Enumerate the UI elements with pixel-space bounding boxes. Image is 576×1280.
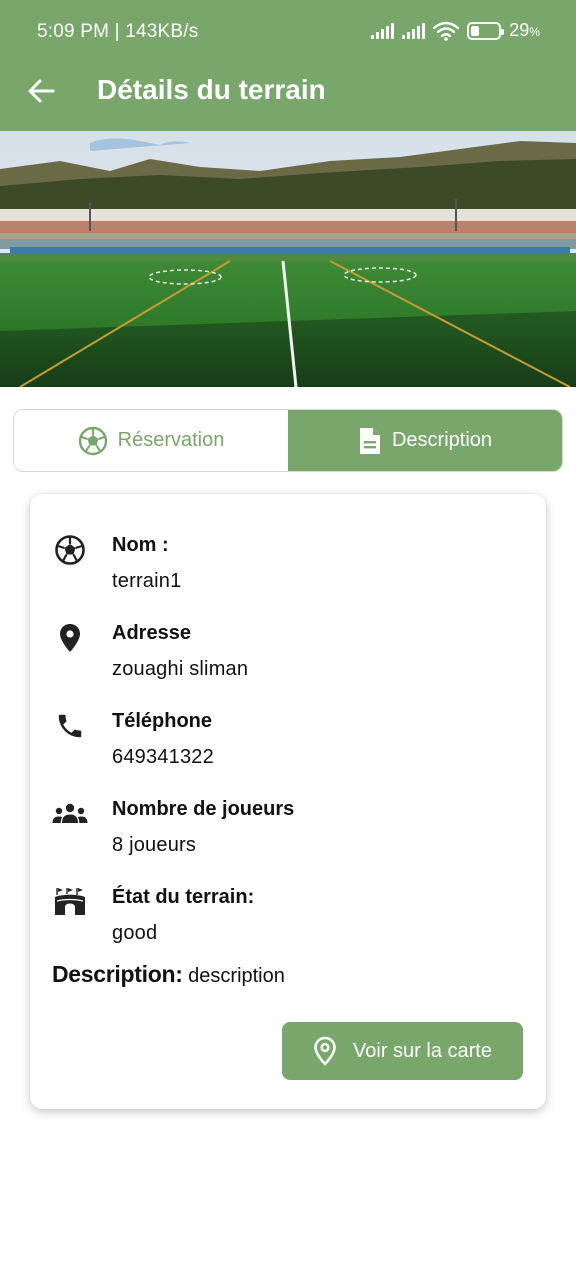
back-button[interactable] (22, 72, 60, 110)
stadium-illustration (0, 131, 576, 387)
soccer-ball-icon (52, 532, 88, 568)
group-icon (52, 796, 88, 832)
nom-label: Nom : (112, 534, 169, 556)
status-icons: 29% (371, 20, 540, 41)
telephone-label: Téléphone (112, 710, 213, 732)
tab-reservation[interactable]: Réservation (14, 410, 288, 471)
phone-icon (52, 708, 88, 744)
app-bar: 5:09 PM | 143KB/s 29% Détails du terrain (0, 0, 576, 131)
view-on-map-label: Voir sur la carte (353, 1039, 492, 1062)
status-bar: 5:09 PM | 143KB/s 29% (0, 0, 576, 64)
adresse-label: Adresse (112, 622, 191, 644)
detail-row-etat: État du terrain: good (30, 884, 546, 964)
tab-description[interactable]: Description (288, 410, 562, 471)
detail-row-joueurs: Nombre de joueurs 8 joueurs (30, 796, 546, 876)
battery-fill (471, 25, 479, 36)
description-label: Description: (52, 961, 183, 987)
tab-reservation-label: Réservation (117, 429, 225, 451)
etat-label: État du terrain: (112, 886, 255, 908)
arrow-left-icon (28, 79, 55, 103)
battery-percent: 29% (509, 20, 540, 40)
detail-row-nom: Nom : terrain1 (30, 532, 546, 612)
signal-icon (371, 22, 395, 39)
view-on-map-button[interactable]: Voir sur la carte (282, 1022, 523, 1080)
tab-bar: Réservation Description (13, 409, 563, 472)
page-title: Détails du terrain (97, 74, 326, 105)
battery-icon (467, 21, 505, 40)
details-card: Nom : terrain1 Adresse zouaghi sliman Té… (30, 494, 546, 1109)
description-line: Description: description (52, 961, 285, 988)
description-value: description (188, 965, 285, 987)
map-pin-outline-icon (314, 1036, 336, 1066)
wifi-icon (433, 21, 460, 41)
status-time: 5:09 PM | 143KB/s (37, 21, 199, 42)
joueurs-label: Nombre de joueurs (112, 798, 295, 820)
adresse-value: zouaghi sliman (112, 658, 249, 680)
soccer-ball-icon (78, 426, 107, 455)
detail-row-adresse: Adresse zouaghi sliman (30, 620, 546, 700)
signal-icon-2 (402, 22, 426, 39)
nom-value: terrain1 (112, 570, 182, 592)
document-icon (359, 427, 380, 454)
location-pin-icon (52, 620, 88, 656)
joueurs-value: 8 joueurs (112, 834, 197, 856)
detail-row-telephone: Téléphone 649341322 (30, 708, 546, 788)
stadium-photo (0, 131, 576, 387)
etat-value: good (112, 922, 158, 944)
stadium-icon (52, 884, 88, 920)
tab-description-label: Description (391, 429, 493, 451)
telephone-value: 649341322 (112, 746, 214, 768)
